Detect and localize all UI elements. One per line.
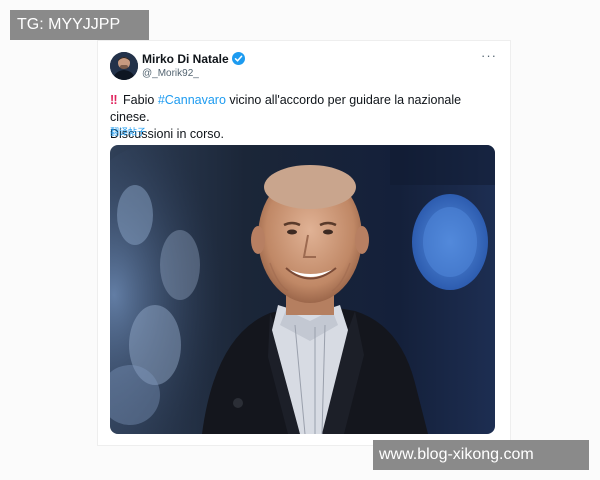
tweet-text: ‼ Fabio #Cannavaro vicino all'accordo pe… <box>110 92 502 143</box>
avatar-photo <box>110 52 138 80</box>
author-name[interactable]: Mirko Di Natale <box>142 52 229 66</box>
author-avatar[interactable] <box>110 52 138 80</box>
author-handle[interactable]: @_Morik92_ <box>142 68 199 79</box>
watermark-badge-bottom-right: www.blog-xikong.com <box>373 440 589 470</box>
verified-badge-icon <box>231 52 245 65</box>
hashtag-link[interactable]: #Cannavaro <box>158 93 226 107</box>
media-photo-icon <box>110 145 495 434</box>
double-exclamation-icon: ‼ <box>110 93 118 107</box>
tweet-media-photo[interactable] <box>110 145 495 434</box>
more-options-icon[interactable]: ··· <box>480 49 498 65</box>
watermark-badge-top-left: TG: MYYJJPP <box>10 10 149 40</box>
author-name-row[interactable]: Mirko Di Natale <box>142 52 245 66</box>
translate-post-link[interactable]: 翻译帖子 <box>110 125 146 138</box>
tweet-text-part1: Fabio <box>123 93 155 107</box>
